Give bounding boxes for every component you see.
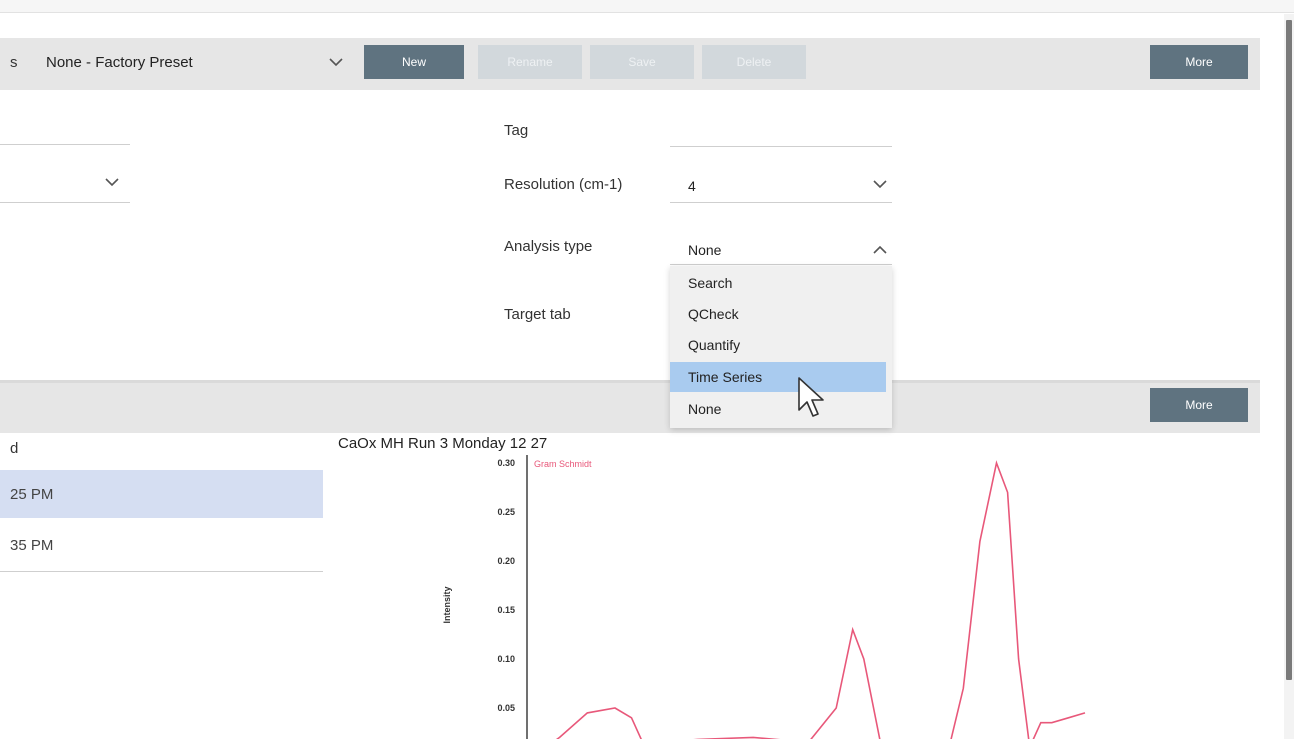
y-tick-label: 0.20 — [497, 556, 515, 566]
y-axis-label: Intensity — [442, 586, 452, 623]
y-tick-label: 0.30 — [497, 458, 515, 468]
series-line — [555, 460, 1086, 739]
spectrum-chart: Intensity Gram Schmidt 0.30 0.25 0.20 0.15 0… — [442, 455, 1086, 739]
legend-label: Gram Schmidt — [534, 459, 592, 469]
y-tick-label: 0.05 — [497, 703, 515, 713]
y-tick-label: 0.15 — [497, 605, 515, 615]
y-tick-label: 0.25 — [497, 507, 515, 517]
y-tick-label: 0.10 — [497, 654, 515, 664]
